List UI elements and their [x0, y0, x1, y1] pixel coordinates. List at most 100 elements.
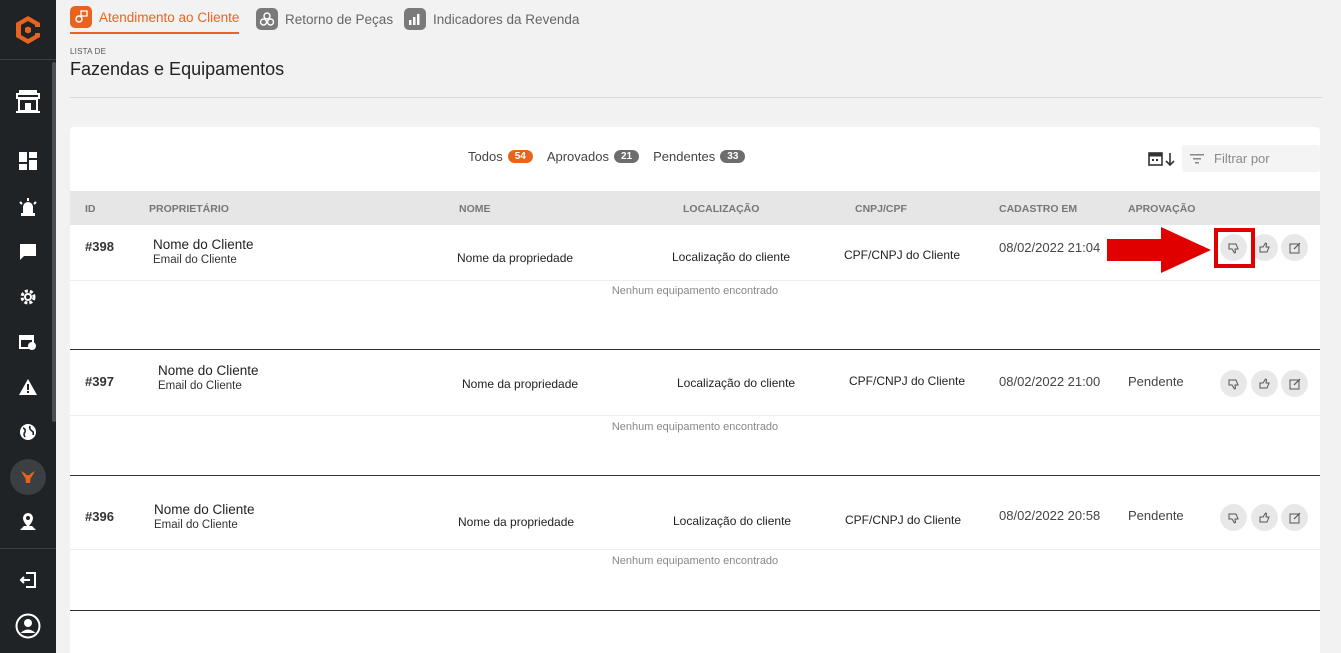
customer-service-icon — [70, 6, 92, 28]
parts-return-icon — [256, 8, 278, 30]
tab-label: Atendimento ao Cliente — [99, 9, 240, 25]
tab-reseller-indicators[interactable]: Indicadores da Revenda — [404, 4, 579, 34]
logo-icon — [16, 15, 40, 44]
sidebar-item-warning[interactable] — [0, 367, 56, 407]
reject-button[interactable] — [1220, 504, 1247, 531]
brand-logo[interactable] — [0, 0, 56, 60]
header-divider — [70, 97, 1322, 98]
column-header-created[interactable]: CADASTRO EM — [999, 203, 1077, 215]
thumbs-down-icon — [1228, 379, 1239, 390]
alarm-light-icon — [19, 198, 37, 216]
empty-equipment-message: Nenhum equipamento encontrado — [611, 421, 779, 433]
location: Localização do cliente — [677, 376, 796, 390]
tab-customer-service[interactable]: Atendimento ao Cliente — [70, 4, 240, 34]
empty-equipment-message: Nenhum equipamento encontrado — [611, 285, 779, 297]
thumbs-up-icon — [1259, 511, 1270, 522]
tab-label: Retorno de Peças — [285, 11, 394, 27]
table-row: #396 Nome do Cliente Email do Cliente No… — [70, 486, 1320, 611]
thumbs-up-icon — [1259, 377, 1270, 388]
sidebar-item-alarm[interactable] — [0, 187, 56, 227]
column-header-name[interactable]: NOME — [459, 203, 491, 215]
page-subtitle: LISTA DE — [70, 47, 107, 56]
owner-name: Nome do Cliente — [154, 502, 255, 517]
edit-icon — [1289, 512, 1300, 523]
edit-button[interactable] — [1281, 504, 1308, 531]
top-navigation: Atendimento ao Cliente Retorno de Peças … — [56, 0, 1341, 34]
active-indicator — [10, 459, 46, 495]
filter-label: Todos — [468, 149, 503, 164]
dashboard-icon — [19, 152, 37, 170]
approve-button[interactable] — [1251, 234, 1278, 261]
bar-chart-icon — [404, 8, 426, 30]
count-badge: 21 — [613, 150, 640, 163]
edit-button[interactable] — [1281, 234, 1308, 261]
edit-button[interactable] — [1281, 370, 1308, 397]
approval-status: Pendente — [1128, 374, 1184, 389]
row-id: #396 — [85, 509, 114, 524]
farms-card: Todos 54 Aprovados 21 Pendentes 33 Filtr… — [70, 127, 1320, 653]
created-date: 08/02/2022 21:04 — [999, 240, 1101, 255]
tab-parts-return[interactable]: Retorno de Peças — [256, 4, 393, 34]
property-name: Nome da propriedade — [462, 377, 579, 391]
approve-button[interactable] — [1251, 370, 1278, 397]
count-badge: 54 — [507, 150, 533, 163]
thumbs-up-icon — [1259, 241, 1270, 252]
store-icon — [16, 90, 40, 113]
sidebar-item-chat[interactable] — [0, 232, 56, 272]
location: Localização do cliente — [673, 514, 792, 528]
document: CPF/CNPJ do Cliente — [844, 248, 961, 262]
column-header-owner[interactable]: PROPRIETÁRIO — [149, 203, 229, 215]
table-header: ID PROPRIETÁRIO NOME LOCALIZAÇÃO CNPJ/CP… — [70, 191, 1320, 225]
edit-icon — [1289, 378, 1300, 389]
filter-label: Aprovados — [546, 149, 609, 164]
globe-icon — [20, 424, 36, 440]
sidebar-item-location[interactable] — [0, 502, 56, 542]
approve-button[interactable] — [1251, 504, 1278, 531]
filter-approved[interactable]: Aprovados 21 — [546, 149, 640, 164]
count-badge: 33 — [720, 150, 746, 163]
annotation-arrow — [1107, 227, 1211, 273]
logout-button[interactable] — [0, 560, 56, 600]
table-row: #397 Nome do Cliente Email do Cliente No… — [70, 351, 1320, 476]
filter-icon — [1190, 153, 1204, 163]
owner-name: Nome do Cliente — [158, 363, 259, 378]
page-title: Fazendas e Equipamentos — [70, 59, 285, 79]
status-filters: Todos 54 Aprovados 21 Pendentes 33 — [468, 149, 759, 164]
filter-all[interactable]: Todos 54 — [468, 149, 533, 164]
property-name: Nome da propriedade — [458, 515, 575, 529]
document: CPF/CNPJ do Cliente — [845, 513, 962, 527]
sort-by-date-button[interactable] — [1148, 151, 1178, 172]
profile-button[interactable] — [0, 606, 56, 646]
sidebar-divider — [0, 548, 56, 549]
location-pin-icon — [20, 513, 36, 530]
filter-placeholder: Filtrar por — [1214, 151, 1270, 166]
row-divider — [70, 549, 1320, 550]
sidebar-item-calendar[interactable] — [0, 322, 56, 362]
filter-pending[interactable]: Pendentes 33 — [653, 149, 746, 164]
column-header-doc[interactable]: CNPJ/CPF — [855, 203, 907, 215]
filter-input[interactable]: Filtrar por — [1182, 145, 1320, 172]
column-header-approval[interactable]: APROVAÇÃO — [1128, 203, 1195, 215]
owner-email: Email do Cliente — [158, 380, 242, 392]
column-header-id[interactable]: ID — [85, 203, 96, 215]
row-id: #397 — [85, 374, 114, 389]
table-scrollbar[interactable] — [1318, 191, 1320, 653]
approval-status: Pendente — [1128, 508, 1184, 523]
row-id: #398 — [85, 239, 114, 254]
sidebar-item-farm[interactable] — [0, 457, 56, 497]
calendar-clock-icon — [19, 335, 36, 350]
reject-button[interactable] — [1220, 370, 1247, 397]
column-header-location[interactable]: LOCALIZAÇÃO — [683, 203, 759, 215]
sidebar-item-dashboard[interactable] — [0, 141, 56, 181]
empty-equipment-message: Nenhum equipamento encontrado — [611, 555, 779, 567]
edit-icon — [1289, 242, 1300, 253]
sidebar-item-store[interactable] — [0, 81, 56, 121]
sidebar-item-globe[interactable] — [0, 412, 56, 452]
farm-icon — [21, 471, 35, 483]
property-name: Nome da propriedade — [457, 251, 574, 265]
sidebar-item-settings[interactable] — [0, 277, 56, 317]
calendar-sort-icon — [1148, 152, 1175, 167]
location: Localização do cliente — [672, 250, 791, 264]
logout-icon — [19, 572, 36, 588]
thumbs-down-icon — [1228, 513, 1239, 524]
